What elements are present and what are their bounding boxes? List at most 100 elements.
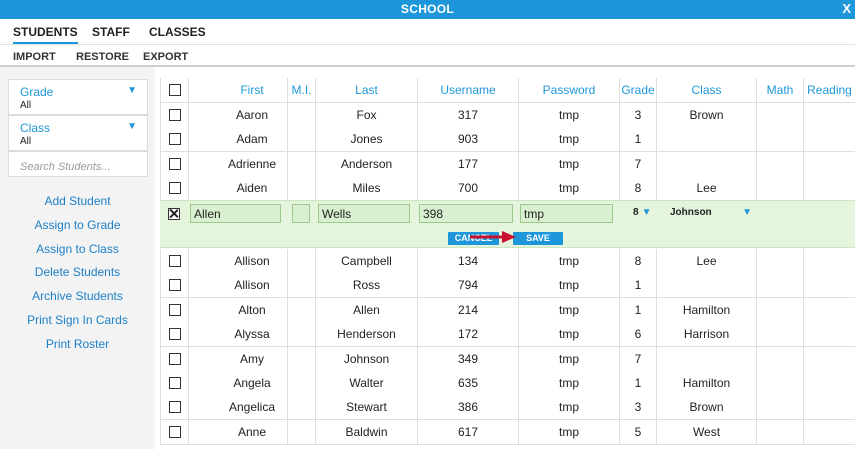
row-select-cell	[160, 419, 188, 445]
cell-username: 172	[417, 322, 518, 348]
table-row[interactable]: Anne Baldwin 617 tmp 5 West	[160, 419, 855, 445]
checkbox-icon[interactable]	[168, 352, 181, 365]
checkbox-icon[interactable]	[168, 84, 181, 96]
export-button[interactable]: EXPORT	[143, 51, 188, 63]
last-name-field[interactable]	[318, 204, 410, 223]
cell-last: Campbell	[315, 249, 417, 274]
cell-math	[756, 273, 803, 299]
middle-initial-field[interactable]	[292, 204, 310, 223]
cell-class	[656, 151, 756, 177]
checkbox-icon[interactable]	[168, 279, 181, 292]
search-input[interactable]	[8, 151, 148, 177]
cell-math	[756, 346, 803, 372]
print-roster-link[interactable]: Print Roster	[0, 337, 155, 351]
cell-class: Brown	[656, 395, 756, 421]
column-header-password[interactable]: Password	[518, 78, 619, 103]
cell-class: Hamilton	[656, 371, 756, 396]
column-header-mi[interactable]: M.I.	[287, 78, 315, 103]
save-button[interactable]: SAVE	[513, 232, 563, 245]
cell-class	[656, 346, 756, 372]
cell-password: tmp	[518, 127, 619, 153]
cell-reading	[803, 297, 855, 323]
column-header-last[interactable]: Last	[315, 78, 417, 103]
cell-password: tmp	[518, 346, 619, 372]
table-row[interactable]: Adam Jones 903 tmp 1	[160, 127, 855, 153]
table-row[interactable]: Aiden Miles 700 tmp 8 Lee	[160, 176, 855, 202]
import-button[interactable]: IMPORT	[13, 51, 56, 63]
cell-class: Lee	[656, 249, 756, 274]
cell-reading	[803, 249, 855, 274]
cell-mi	[287, 322, 315, 348]
archive-students-link[interactable]: Archive Students	[0, 289, 155, 303]
tab-students[interactable]: STUDENTS	[13, 25, 78, 44]
delete-students-link[interactable]: Delete Students	[0, 265, 155, 279]
table-row[interactable]: Allison Campbell 134 tmp 8 Lee	[160, 249, 855, 274]
assign-to-grade-link[interactable]: Assign to Grade	[0, 218, 155, 232]
cell-username: 386	[417, 395, 518, 421]
column-header-reading[interactable]: Reading	[803, 78, 855, 103]
checkbox-icon[interactable]	[168, 377, 181, 389]
cell-grade: 1	[619, 127, 656, 153]
cell-class: Lee	[656, 176, 756, 202]
row-select-cell	[160, 297, 188, 323]
cell-mi	[287, 127, 315, 153]
cell-mi	[287, 249, 315, 274]
grade-select[interactable]: 8 ▼	[633, 207, 651, 218]
checkbox-icon[interactable]	[168, 208, 180, 220]
add-student-link[interactable]: Add Student	[0, 194, 155, 208]
checkbox-icon[interactable]	[168, 157, 181, 170]
class-select[interactable]: Johnson ▼	[670, 207, 752, 218]
grade-filter[interactable]: Grade All ▼	[8, 79, 148, 115]
first-name-field[interactable]	[190, 204, 281, 223]
table-row[interactable]: Amy Johnson 349 tmp 7	[160, 346, 855, 372]
cell-math	[756, 103, 803, 128]
password-field[interactable]	[520, 204, 613, 223]
checkbox-icon[interactable]	[168, 328, 181, 341]
cell-reading	[803, 176, 855, 202]
cell-grade: 7	[619, 151, 656, 177]
cell-class: Hamilton	[656, 297, 756, 323]
column-header-grade[interactable]: Grade	[619, 78, 656, 103]
table-row[interactable]: Aaron Fox 317 tmp 3 Brown	[160, 103, 855, 128]
checkbox-icon[interactable]	[168, 401, 181, 414]
table-row[interactable]: Adrienne Anderson 177 tmp 7	[160, 151, 855, 177]
column-header-math[interactable]: Math	[756, 78, 803, 103]
assign-to-class-link[interactable]: Assign to Class	[0, 242, 155, 256]
checkbox-icon[interactable]	[168, 303, 181, 316]
table-row[interactable]: Alyssa Henderson 172 tmp 6 Harrison	[160, 322, 855, 348]
class-select-value: Johnson	[670, 207, 712, 218]
table-row[interactable]: Allison Ross 794 tmp 1	[160, 273, 855, 299]
checkbox-icon[interactable]	[168, 109, 181, 121]
checkbox-icon[interactable]	[168, 182, 181, 195]
cell-mi	[287, 395, 315, 421]
row-select-cell	[160, 127, 188, 153]
checkbox-icon[interactable]	[168, 425, 181, 438]
cancel-button[interactable]: CANCEL	[448, 232, 499, 245]
cell-mi	[287, 151, 315, 177]
cell-grade: 5	[619, 419, 656, 445]
sidebar: Grade All ▼ Class All ▼ Add Student Assi…	[0, 67, 155, 449]
cell-last: Ross	[315, 273, 417, 299]
print-sign-in-cards-link[interactable]: Print Sign In Cards	[0, 313, 155, 327]
table-row[interactable]: Angelica Stewart 386 tmp 3 Brown	[160, 395, 855, 421]
column-header-class[interactable]: Class	[656, 78, 756, 103]
close-icon[interactable]: X	[842, 1, 851, 16]
class-filter-value: All	[20, 136, 32, 147]
cell-math	[756, 249, 803, 274]
class-filter[interactable]: Class All ▼	[8, 115, 148, 151]
cell-password: tmp	[518, 297, 619, 323]
tab-staff[interactable]: STAFF	[92, 25, 130, 39]
cell-username: 134	[417, 249, 518, 274]
restore-button[interactable]: RESTORE	[76, 51, 129, 63]
username-field[interactable]	[419, 204, 513, 223]
cell-password: tmp	[518, 103, 619, 128]
table-row[interactable]: Alton Allen 214 tmp 1 Hamilton	[160, 297, 855, 323]
cell-grade: 3	[619, 395, 656, 421]
checkbox-icon[interactable]	[168, 133, 181, 146]
window-title: SCHOOL	[400, 2, 455, 16]
column-header-username[interactable]: Username	[417, 78, 518, 103]
table-row[interactable]: Angela Walter 635 tmp 1 Hamilton	[160, 371, 855, 396]
checkbox-icon[interactable]	[168, 255, 181, 267]
tab-classes[interactable]: CLASSES	[149, 25, 206, 39]
cell-class: Harrison	[656, 322, 756, 348]
